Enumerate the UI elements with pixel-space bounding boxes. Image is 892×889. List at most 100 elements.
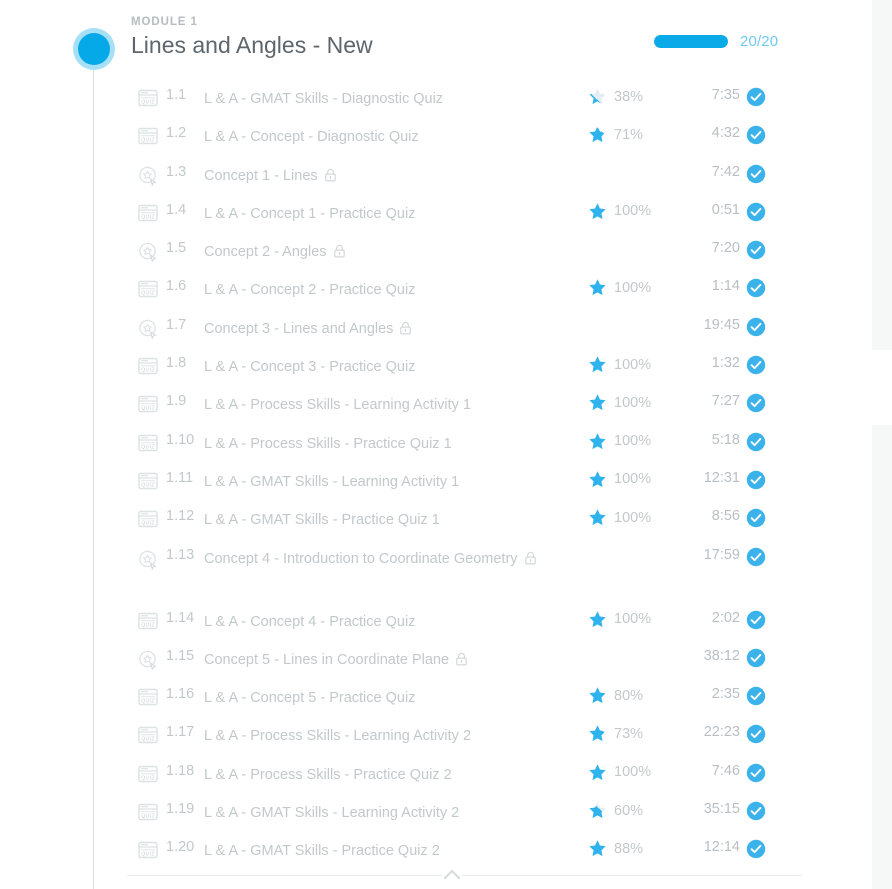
lesson-time: 7:27: [711, 393, 740, 410]
lesson-title[interactable]: Concept 3 - Lines and Angles: [204, 317, 564, 342]
progress-bar-fill: [654, 35, 728, 48]
check-circle-icon: [746, 508, 766, 528]
lesson-row[interactable]: QUIZ 1.12 L & A - GMAT Skills - Practice Q…: [0, 499, 830, 537]
lesson-score: 100%: [588, 470, 668, 489]
lesson-title[interactable]: Concept 1 - Lines: [204, 164, 564, 189]
star-icon: [588, 432, 607, 451]
lesson-title[interactable]: L & A - Concept 5 - Practice Quiz: [204, 686, 564, 711]
lesson-title[interactable]: L & A - GMAT Skills - Learning Activity …: [204, 801, 564, 826]
lesson-time: 17:59: [703, 546, 740, 563]
lesson-time: 1:14: [711, 278, 740, 295]
lesson-row[interactable]: 1.13 Concept 4 - Introduction to Coordina…: [0, 538, 830, 601]
lesson-row[interactable]: QUIZ 1.10 L & A - Process Skills - Practic…: [0, 423, 830, 461]
chevron-up-icon[interactable]: [440, 866, 464, 884]
lesson-title[interactable]: L & A - GMAT Skills - Practice Quiz 1: [204, 508, 564, 533]
star-icon: [588, 87, 607, 106]
lesson-index: 1.17: [166, 724, 195, 741]
score-percent-label: 100%: [614, 356, 652, 373]
svg-text:QUIZ: QUIZ: [141, 406, 155, 412]
lesson-title[interactable]: L & A - Concept 3 - Practice Quiz: [204, 355, 564, 380]
lesson-row[interactable]: QUIZ 1.14 L & A - Concept 4 - Practice Qui…: [0, 601, 830, 639]
lesson-row[interactable]: QUIZ 1.4 L & A - Concept 1 - Practice Quiz…: [0, 193, 830, 231]
svg-text:QUIZ: QUIZ: [141, 622, 155, 628]
quiz-icon: QUIZ: [138, 357, 158, 375]
lesson-title[interactable]: L & A - Process Skills - Learning Activi…: [204, 393, 564, 418]
lesson-title[interactable]: L & A - Process Skills - Practice Quiz 1: [204, 432, 564, 457]
lesson-title[interactable]: Concept 2 - Angles: [204, 240, 564, 265]
lesson-title-text: L & A - Concept 3 - Practice Quiz: [204, 359, 416, 376]
module-progress-page: MODULE 1 Lines and Angles - New 20/20 QU…: [0, 0, 892, 889]
score-percent-label: 100%: [614, 764, 652, 781]
star-icon: [588, 686, 607, 705]
lesson-row[interactable]: 1.3 Concept 1 - Lines 7:42: [0, 155, 830, 193]
star-icon: [588, 393, 607, 412]
lesson-time: 7:20: [711, 240, 740, 257]
lock-icon: [399, 319, 412, 335]
check-circle-icon: [746, 547, 766, 567]
lesson-title[interactable]: L & A - Concept 4 - Practice Quiz: [204, 610, 564, 635]
score-percent-label: 100%: [614, 394, 652, 411]
module-progress: 20/20: [654, 33, 778, 50]
svg-text:QUIZ: QUIZ: [141, 100, 155, 106]
lesson-row[interactable]: QUIZ 1.11 L & A - GMAT Skills - Learning A…: [0, 461, 830, 499]
lesson-score: 100%: [588, 393, 668, 412]
lesson-title-text: L & A - Concept - Diagnostic Quiz: [204, 129, 419, 146]
lesson-title[interactable]: L & A - Concept - Diagnostic Quiz: [204, 125, 564, 150]
lesson-title[interactable]: L & A - Process Skills - Learning Activi…: [204, 724, 564, 749]
lock-icon: [455, 650, 468, 666]
lesson-title-text: L & A - Concept 5 - Practice Quiz: [204, 690, 416, 707]
lesson-title-text: L & A - Process Skills - Learning Activi…: [204, 728, 472, 745]
lock-icon: [524, 549, 537, 565]
lesson-row[interactable]: 1.7 Concept 3 - Lines and Angles 19:45: [0, 308, 830, 346]
lesson-title[interactable]: Concept 4 - Introduction to Coordinate G…: [204, 547, 564, 572]
lesson-title-text: L & A - Process Skills - Practice Quiz 1: [204, 435, 452, 452]
lesson-title[interactable]: L & A - Process Skills - Practice Quiz 2: [204, 763, 564, 788]
check-circle-icon: [746, 278, 766, 298]
lesson-index: 1.13: [166, 546, 195, 563]
svg-text:QUIZ: QUIZ: [141, 138, 155, 144]
quiz-icon: QUIZ: [138, 765, 158, 783]
quiz-icon: QUIZ: [138, 688, 158, 706]
lesson-row[interactable]: QUIZ 1.6 L & A - Concept 2 - Practice Quiz…: [0, 269, 830, 307]
lesson-row[interactable]: QUIZ 1.19 L & A - GMAT Skills - Learning A…: [0, 792, 830, 830]
lesson-title[interactable]: L & A - Concept 1 - Practice Quiz: [204, 202, 564, 227]
lesson-title[interactable]: L & A - Concept 2 - Practice Quiz: [204, 278, 564, 303]
lesson-title[interactable]: L & A - GMAT Skills - Diagnostic Quiz: [204, 87, 564, 112]
check-circle-icon: [746, 202, 766, 222]
lesson-title-text: L & A - GMAT Skills - Practice Quiz 2: [204, 843, 440, 860]
lesson-row[interactable]: QUIZ 1.8 L & A - Concept 3 - Practice Quiz…: [0, 346, 830, 384]
lesson-time: 12:31: [703, 469, 740, 486]
lesson-row[interactable]: 1.5 Concept 2 - Angles 7:20: [0, 231, 830, 269]
lesson-index: 1.9: [166, 393, 187, 410]
lesson-row[interactable]: QUIZ 1.18 L & A - Process Skills - Practic…: [0, 754, 830, 792]
score-percent-label: 100%: [614, 611, 652, 628]
score-percent-label: 100%: [614, 471, 652, 488]
lesson-score: 100%: [588, 355, 668, 374]
lesson-row[interactable]: 1.15 Concept 5 - Lines in Coordinate Plan…: [0, 639, 830, 677]
score-percent-label: 88%: [614, 840, 644, 857]
lesson-title[interactable]: Concept 5 - Lines in Coordinate Plane: [204, 648, 564, 673]
lesson-time: 12:14: [703, 839, 740, 856]
svg-text:QUIZ: QUIZ: [141, 521, 155, 527]
star-icon: [588, 763, 607, 782]
check-circle-icon: [746, 839, 766, 859]
lesson-row[interactable]: QUIZ 1.1 L & A - GMAT Skills - Diagnostic …: [0, 78, 830, 116]
check-circle-icon: [746, 355, 766, 375]
svg-text:QUIZ: QUIZ: [141, 291, 155, 297]
lesson-time: 5:18: [711, 431, 740, 448]
svg-text:QUIZ: QUIZ: [141, 368, 155, 374]
lesson-row[interactable]: QUIZ 1.16 L & A - Concept 5 - Practice Qui…: [0, 677, 830, 715]
lesson-score: 100%: [588, 508, 668, 527]
lesson-title-text: Concept 5 - Lines in Coordinate Plane: [204, 651, 450, 668]
lesson-title[interactable]: L & A - GMAT Skills - Learning Activity …: [204, 470, 564, 495]
lesson-title[interactable]: L & A - GMAT Skills - Practice Quiz 2: [204, 839, 564, 864]
lesson-time: 2:02: [711, 609, 740, 626]
lesson-title-text: L & A - Process Skills - Learning Activi…: [204, 397, 472, 414]
star-icon: [588, 724, 607, 743]
check-circle-icon: [746, 393, 766, 413]
lesson-row[interactable]: QUIZ 1.17 L & A - Process Skills - Learnin…: [0, 715, 830, 753]
lesson-row[interactable]: QUIZ 1.2 L & A - Concept - Diagnostic Quiz…: [0, 116, 830, 154]
module-status-node[interactable]: [73, 28, 115, 70]
lesson-row[interactable]: QUIZ 1.9 L & A - Process Skills - Learning…: [0, 384, 830, 422]
lesson-time: 35:15: [703, 801, 740, 818]
